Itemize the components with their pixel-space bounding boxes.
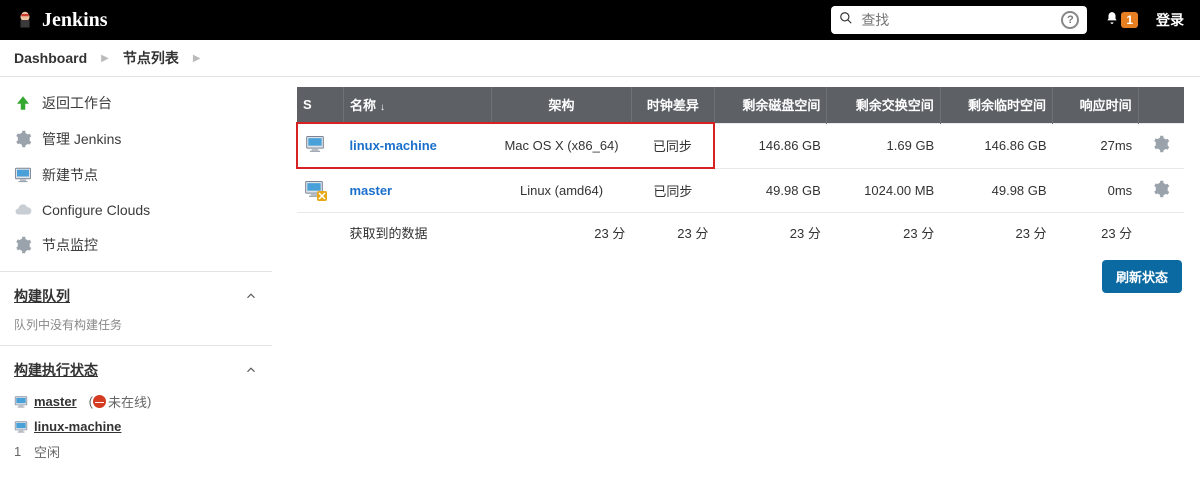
breadcrumb-dashboard[interactable]: Dashboard — [14, 50, 87, 66]
node-name-link[interactable]: master — [349, 183, 392, 198]
footer-arch: 23 分 — [492, 213, 632, 253]
jenkins-mascot-icon — [16, 9, 34, 31]
footer-disk: 23 分 — [714, 213, 826, 253]
nav-manage-jenkins[interactable]: 管理 Jenkins — [0, 121, 272, 157]
col-temp[interactable]: 剩余临时空间 — [940, 87, 1052, 123]
gear-icon — [14, 130, 32, 148]
footer-label: 获取到的数据 — [343, 213, 491, 253]
breadcrumb-nodes[interactable]: 节点列表 — [123, 48, 179, 68]
chevron-up-icon — [244, 289, 258, 303]
node-swap: 1.69 GB — [827, 123, 940, 168]
search-icon — [839, 11, 853, 30]
nav-label: 管理 Jenkins — [42, 129, 121, 149]
nav-label: Configure Clouds — [42, 202, 150, 218]
col-config — [1138, 87, 1184, 123]
computer-icon — [304, 134, 326, 154]
footer-clock: 23 分 — [631, 213, 714, 253]
build-queue-section: 构建队列 队列中没有构建任务 — [0, 271, 272, 345]
nav-label: 节点监控 — [42, 235, 98, 255]
nav-new-node[interactable]: 新建节点 — [0, 157, 272, 193]
section-title: 构建队列 — [14, 286, 70, 306]
col-clock[interactable]: 时钟差异 — [631, 87, 714, 123]
col-swap[interactable]: 剩余交换空间 — [827, 87, 940, 123]
table-row: master Linux (amd64) 已同步 49.98 GB 1024.0… — [297, 168, 1184, 213]
jenkins-logo[interactable]: Jenkins — [16, 9, 108, 32]
node-arch: Linux (amd64) — [492, 168, 632, 213]
computer-icon — [14, 166, 32, 184]
app-title: Jenkins — [42, 9, 108, 32]
node-swap: 1024.00 MB — [827, 168, 940, 213]
chevron-up-icon — [244, 363, 258, 377]
slot-index: 1 — [14, 444, 28, 459]
footer-response: 23 分 — [1053, 213, 1139, 253]
refresh-status-button[interactable]: 刷新状态 — [1102, 260, 1182, 293]
computer-offline-icon — [303, 179, 325, 199]
notifications[interactable]: 1 — [1105, 11, 1138, 30]
col-disk[interactable]: 剩余磁盘空间 — [714, 87, 826, 123]
nav-label: 新建节点 — [42, 165, 98, 185]
table-footer-row: 获取到的数据 23 分 23 分 23 分 23 分 23 分 23 分 — [297, 213, 1184, 253]
executor-name: linux-machine — [34, 419, 121, 434]
node-status-icon-cell — [297, 123, 343, 168]
help-icon[interactable]: ? — [1061, 11, 1079, 29]
bell-icon — [1105, 11, 1119, 30]
configure-node-icon[interactable] — [1152, 180, 1170, 198]
build-queue-header[interactable]: 构建队列 — [14, 282, 258, 314]
side-nav: 返回工作台 管理 Jenkins 新建节点 Configure Clouds 节… — [0, 77, 272, 271]
sort-down-icon: ↓ — [380, 102, 385, 113]
node-clock: 已同步 — [631, 123, 714, 168]
nav-label: 返回工作台 — [42, 93, 112, 113]
col-status[interactable]: S — [297, 87, 343, 123]
node-arch: Mac OS X (x86_64) — [492, 123, 632, 168]
node-clock: 已同步 — [631, 168, 714, 213]
queue-empty-text: 队列中没有构建任务 — [14, 314, 258, 339]
executor-master[interactable]: master (—未在线) — [14, 388, 258, 415]
nav-back-to-dashboard[interactable]: 返回工作台 — [0, 85, 272, 121]
footer-swap: 23 分 — [827, 213, 940, 253]
executor-linux-machine[interactable]: linux-machine — [14, 415, 258, 438]
breadcrumb: Dashboard ▶ 节点列表 ▶ — [0, 40, 1200, 77]
login-link[interactable]: 登录 — [1156, 10, 1184, 30]
node-name-link[interactable]: linux-machine — [349, 138, 436, 153]
node-disk: 49.98 GB — [714, 168, 826, 213]
node-response: 0ms — [1053, 168, 1139, 213]
executor-name: master — [34, 394, 77, 409]
node-response: 27ms — [1053, 123, 1139, 168]
chevron-right-icon: ▶ — [193, 53, 201, 64]
col-name[interactable]: 名称↓ — [343, 87, 491, 123]
computer-icon — [14, 420, 28, 434]
footer-temp: 23 分 — [940, 213, 1052, 253]
nav-configure-clouds[interactable]: Configure Clouds — [0, 193, 272, 227]
section-title: 构建执行状态 — [14, 360, 98, 380]
build-executor-header[interactable]: 构建执行状态 — [14, 356, 258, 388]
stop-icon: — — [93, 395, 106, 408]
node-status-icon-cell — [297, 168, 343, 213]
table-row: linux-machine Mac OS X (x86_64) 已同步 146.… — [297, 123, 1184, 168]
nav-node-monitoring[interactable]: 节点监控 — [0, 227, 272, 263]
col-response[interactable]: 响应时间 — [1053, 87, 1139, 123]
col-arch[interactable]: 架构 — [492, 87, 632, 123]
arrow-up-icon — [14, 94, 32, 112]
executor-slot: 1 空闲 — [14, 438, 258, 465]
node-disk: 146.86 GB — [714, 123, 826, 168]
build-executor-section: 构建执行状态 master (—未在线) linux-machine 1 空闲 — [0, 345, 272, 471]
search-input[interactable] — [859, 11, 1055, 29]
search-box[interactable]: ? — [831, 6, 1087, 34]
cloud-icon — [14, 201, 32, 219]
node-temp: 49.98 GB — [940, 168, 1052, 213]
nodes-table: S 名称↓ 架构 时钟差异 剩余磁盘空间 剩余交换空间 剩余临时空间 响应时间 … — [296, 87, 1184, 252]
configure-node-icon[interactable] — [1152, 135, 1170, 153]
notification-badge: 1 — [1121, 12, 1138, 28]
node-temp: 146.86 GB — [940, 123, 1052, 168]
computer-icon — [14, 395, 28, 409]
chevron-right-icon: ▶ — [101, 53, 109, 64]
offline-status: (—未在线) — [89, 392, 152, 411]
slot-label: 空闲 — [34, 442, 60, 461]
gear-icon — [14, 236, 32, 254]
